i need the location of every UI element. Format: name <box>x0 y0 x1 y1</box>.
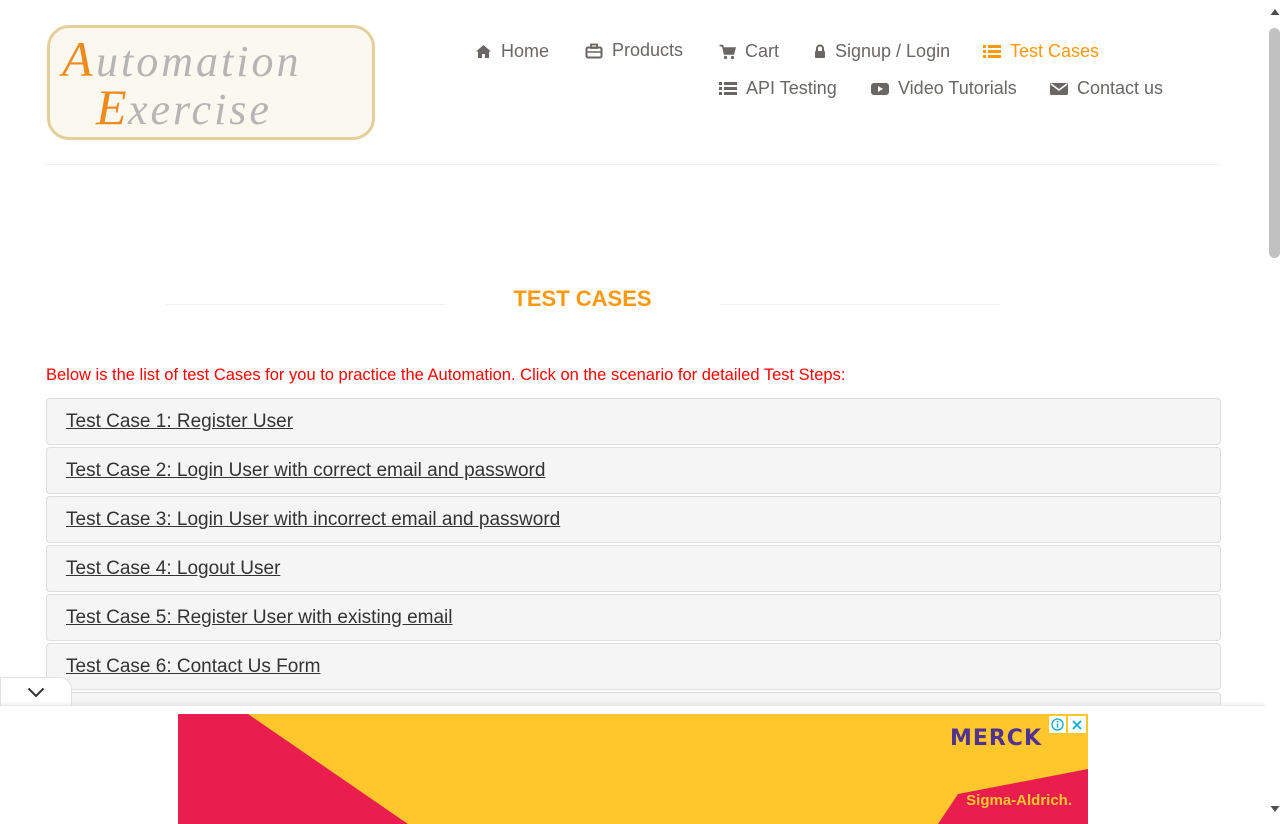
scroll-thumb[interactable] <box>1269 28 1280 258</box>
test-case-panel[interactable]: Test Case 3: Login User with incorrect e… <box>46 496 1221 543</box>
page-scrollbar[interactable] <box>1265 0 1285 824</box>
title-left-rule <box>165 304 445 305</box>
logo-text-line1: utomation <box>96 37 301 86</box>
logo-letter-e: E <box>95 79 127 135</box>
test-case-link[interactable]: Test Case 6: Contact Us Form <box>66 656 320 678</box>
youtube-play-icon <box>871 82 889 95</box>
ad-banner[interactable]: MERCK Sigma-Aldrich. <box>178 714 1088 824</box>
list-icon <box>983 45 1001 58</box>
test-case-panel[interactable]: Test Case 2: Login User with correct ema… <box>46 447 1221 494</box>
nav-home-label: Home <box>501 41 550 61</box>
test-case-panel[interactable]: Test Case 1: Register User <box>46 398 1221 445</box>
site-logo[interactable]: A utomation E xercise <box>47 25 375 140</box>
nav-cart[interactable]: Cart <box>719 41 779 62</box>
envelope-icon <box>1050 82 1068 95</box>
nav-test-cases-label: Test Cases <box>1010 41 1100 61</box>
title-right-rule <box>720 304 1000 305</box>
ad-brand-logo: MERCK <box>949 726 1042 751</box>
scroll-down-arrow-icon[interactable] <box>1270 805 1280 813</box>
nav-home[interactable]: Home <box>475 41 549 62</box>
nav-test-cases[interactable]: Test Cases <box>983 41 1099 62</box>
nav-contact-us[interactable]: Contact us <box>1050 78 1163 99</box>
test-case-panel[interactable]: Test Case 6: Contact Us Form <box>46 643 1221 690</box>
logo-image: A utomation E xercise <box>59 31 301 135</box>
nav-video-tutorials[interactable]: Video Tutorials <box>871 78 1017 99</box>
test-case-list: Test Case 1: Register User Test Case 2: … <box>46 398 1221 714</box>
nav-api-testing-label: API Testing <box>746 78 837 98</box>
test-case-panel[interactable]: Test Case 5: Register User with existing… <box>46 594 1221 641</box>
chevron-down-icon <box>27 687 45 698</box>
test-case-link[interactable]: Test Case 3: Login User with incorrect e… <box>66 509 560 531</box>
ad-close-button[interactable] <box>1068 716 1086 733</box>
nav-signup-login[interactable]: Signup / Login <box>814 41 950 62</box>
test-case-link[interactable]: Test Case 5: Register User with existing… <box>66 607 452 629</box>
test-case-link[interactable]: Test Case 4: Logout User <box>66 558 280 580</box>
ad-collapse-toggle[interactable] <box>0 677 72 707</box>
logo-letter-a: A <box>59 31 93 87</box>
nav-contact-us-label: Contact us <box>1077 78 1164 98</box>
intro-text: Below is the list of test Cases for you … <box>46 366 846 384</box>
nav-products[interactable]: Products <box>585 40 683 61</box>
ad-sub-brand: Sigma-Aldrich. <box>966 792 1072 809</box>
title-section: TEST CASES <box>0 286 1265 318</box>
close-icon <box>1072 719 1082 730</box>
test-case-panel[interactable]: Test Case 4: Logout User <box>46 545 1221 592</box>
nav-cart-label: Cart <box>745 41 780 61</box>
test-case-link[interactable]: Test Case 2: Login User with correct ema… <box>66 460 545 482</box>
lock-icon <box>815 44 825 58</box>
header-divider <box>45 164 1221 165</box>
nav-products-label: Products <box>612 40 684 60</box>
logo-text-line2: xercise <box>127 85 272 134</box>
cart-icon <box>719 44 736 59</box>
nav-signup-login-label: Signup / Login <box>835 41 951 61</box>
test-case-link[interactable]: Test Case 1: Register User <box>66 411 293 433</box>
info-icon <box>1051 718 1064 731</box>
site-header: A utomation E xercise Home Products Cart… <box>0 0 1265 166</box>
ad-info-button[interactable] <box>1049 716 1066 733</box>
list-icon <box>719 82 737 95</box>
scroll-up-arrow-icon[interactable] <box>1270 8 1280 16</box>
page-title: TEST CASES <box>513 286 652 311</box>
nav-video-tutorials-label: Video Tutorials <box>898 78 1017 98</box>
nav-api-testing[interactable]: API Testing <box>719 78 837 99</box>
home-icon <box>476 45 491 58</box>
briefcase-icon <box>585 43 603 58</box>
